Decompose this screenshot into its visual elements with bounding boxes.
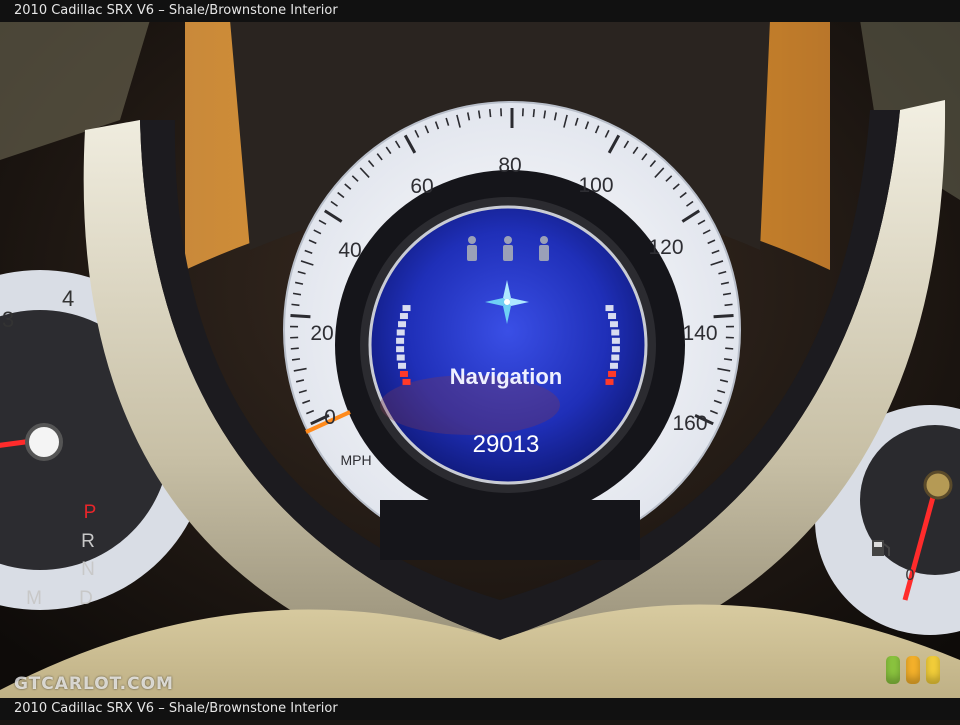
speed-tick-40: 40 — [338, 239, 361, 262]
speed-tick-140: 140 — [682, 322, 717, 345]
lcd-level-segment — [612, 338, 620, 344]
speed-tick-mark — [490, 109, 491, 117]
lcd-level-segment — [605, 305, 613, 311]
fuel-empty-label: 0 — [906, 567, 915, 584]
speed-tick-mark — [725, 348, 733, 349]
speed-tick-mark — [725, 304, 733, 305]
tach-tick-4: 4 — [62, 286, 74, 311]
speed-tick-mark — [291, 348, 299, 349]
lcd-level-segment — [612, 346, 620, 352]
gear-d: D — [79, 588, 93, 609]
speed-unit-label: MPH — [340, 452, 371, 468]
lcd-level-segment — [396, 346, 404, 352]
lcd-level-segment — [398, 321, 406, 327]
lcd-level-segment — [611, 329, 619, 335]
lcd-level-segment — [611, 355, 619, 361]
lcd-level-segment — [605, 379, 613, 385]
display-title: Navigation — [450, 364, 562, 389]
speed-tick-20: 20 — [310, 322, 333, 345]
instrument-cluster-illustration: 3 4 — [0, 0, 960, 720]
lcd-level-segment — [608, 313, 616, 319]
lcd-level-segment — [403, 305, 411, 311]
gear-r: R — [81, 531, 95, 552]
photo-caption-top: 2010 Cadillac SRX V6 – Shale/Brownstone … — [0, 0, 960, 22]
badge-green — [886, 656, 900, 684]
speed-tick-80: 80 — [498, 154, 521, 177]
gear-p: P — [84, 502, 97, 523]
speed-tick-mark — [714, 315, 734, 316]
speed-tick-mark — [533, 109, 534, 117]
speed-tick-120: 120 — [648, 236, 683, 259]
lcd-level-segment — [400, 371, 408, 377]
gear-n: N — [81, 559, 95, 580]
site-watermark: GTCARLOT.COM — [14, 674, 174, 694]
photo-caption-bottom: 2010 Cadillac SRX V6 – Shale/Brownstone … — [0, 698, 960, 720]
tach-tick-3: 3 — [2, 307, 14, 332]
gear-m: M — [26, 588, 42, 609]
lcd-level-segment — [396, 338, 404, 344]
speed-tick-mark — [290, 315, 310, 316]
lcd-level-segment — [400, 313, 408, 319]
speed-tick-mark — [291, 304, 299, 305]
lcd-level-segment — [610, 363, 618, 369]
lcd-level-segment — [397, 329, 405, 335]
badge-orange — [906, 656, 920, 684]
lcd-level-segment — [610, 321, 618, 327]
lcd-level-segment — [398, 363, 406, 369]
speed-tick-mark — [724, 359, 732, 360]
speed-tick-100: 100 — [578, 174, 613, 197]
speed-tick-160: 160 — [672, 412, 707, 435]
badge-yellow — [926, 656, 940, 684]
lcd-level-segment — [403, 379, 411, 385]
odometer-reading: 29013 — [473, 431, 540, 458]
speed-tick-0: 0 — [324, 406, 336, 429]
lcd-level-segment — [397, 355, 405, 361]
speed-tick-mark — [292, 359, 300, 360]
speed-tick-60: 60 — [410, 175, 433, 198]
lcd-level-segment — [608, 371, 616, 377]
dashboard-photo: 3 4 — [0, 0, 960, 720]
